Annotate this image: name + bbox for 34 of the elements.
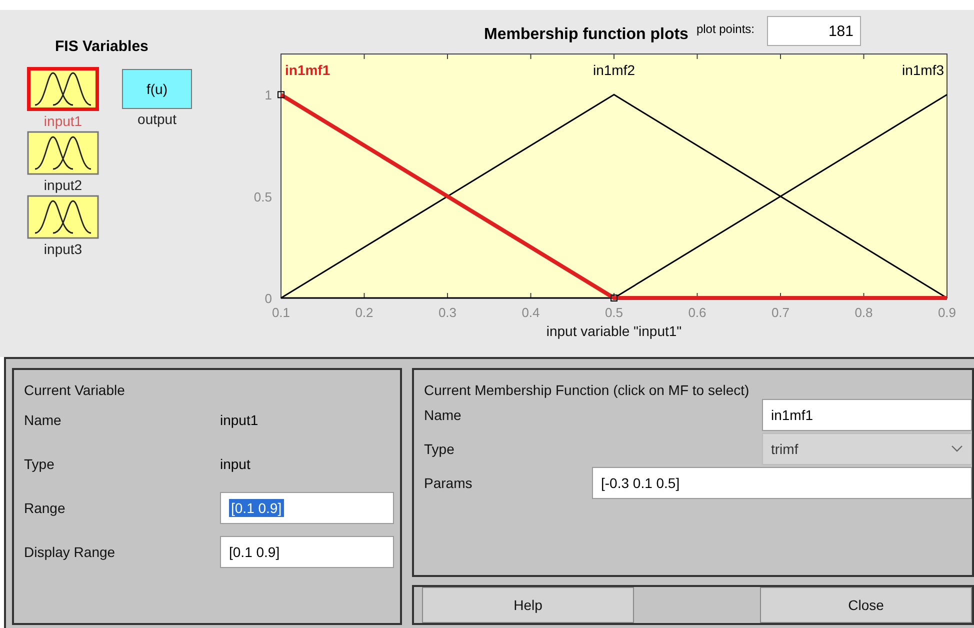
plot-points-label: plot points:: [696, 22, 754, 36]
field-label: Name: [424, 407, 462, 423]
series-label: in1mf2: [592, 62, 636, 78]
x-tick-label: 0.2: [355, 305, 374, 320]
variable-label: input3: [44, 241, 82, 257]
y-tick-label: 0: [264, 291, 272, 306]
field-label: Type: [424, 441, 456, 457]
variable-label: output: [138, 111, 176, 127]
x-tick-label: 0.1: [272, 305, 290, 320]
plot-title: Membership function plots: [484, 26, 688, 44]
x-axis-label: input variable "input1": [546, 323, 682, 339]
field-label: Range: [24, 500, 66, 516]
value-text: input: [220, 456, 250, 472]
panel-title: Current Membership Function (click on MF to select): [424, 382, 750, 398]
field-label: Params: [424, 475, 474, 491]
value-text: input1: [220, 412, 258, 428]
x-tick-label: 0.8: [854, 305, 873, 320]
x-tick-label: 0.6: [688, 305, 706, 320]
x-tick-label: 0.9: [938, 305, 956, 320]
panel-title: Current Variable: [24, 382, 126, 398]
y-tick-label: 1: [264, 88, 272, 103]
variable-label: input2: [44, 177, 82, 193]
series-label: in1mf3: [902, 62, 944, 78]
field-label: Display Range: [24, 544, 116, 560]
field-label: Type: [24, 456, 56, 472]
x-tick-label: 0.4: [522, 305, 540, 320]
x-tick-label: 0.7: [771, 305, 790, 320]
y-tick-label: 0.5: [254, 189, 272, 204]
series-label: in1mf1: [285, 62, 330, 78]
x-tick-label: 0.3: [438, 305, 457, 320]
variable-label: input1: [44, 113, 82, 129]
x-tick-label: 0.5: [604, 305, 624, 320]
field-label: Name: [24, 412, 62, 428]
panel-title: FIS Variables: [55, 38, 150, 55]
